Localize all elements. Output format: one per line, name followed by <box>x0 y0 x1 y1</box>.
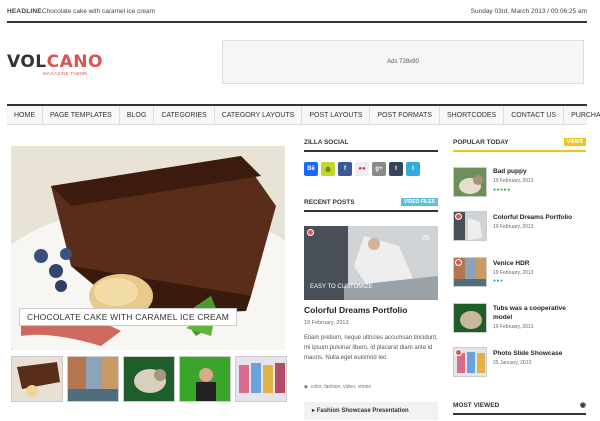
zilla-social-widget: ZILLA SOCIAL Bē ◎ f ●● g+ t t <box>304 139 438 176</box>
slider-thumbnails <box>11 356 287 402</box>
next-post-label: Fashion Showcase Presentation <box>316 408 409 414</box>
nav-item-home[interactable]: HOME <box>7 106 43 124</box>
top-bar: HEADLINE Chocolate cake with caramel ice… <box>7 4 587 20</box>
list-item[interactable]: Tubs was a cooperative model 19 February… <box>453 303 586 339</box>
logo-part1: VOL <box>7 52 47 72</box>
thumbnail-4[interactable] <box>179 356 231 402</box>
nav-item-post-layouts[interactable]: POST LAYOUTS <box>302 106 371 124</box>
rating-stars: ●●●●● <box>493 187 511 193</box>
popular-item-date: 19 February, 2013 <box>493 324 534 330</box>
nav-item-categories[interactable]: CATEGORIES <box>154 106 215 124</box>
current-date: Sunday 03rd, March 2013 / 00:06:25 am <box>470 8 587 15</box>
twitter-icon[interactable]: t <box>406 162 420 176</box>
image-overlay-text: EASY TO CUSTOMIZE <box>310 284 373 290</box>
popular-item-title[interactable]: Colorful Dreams Portfolio <box>493 213 586 222</box>
popular-item-title[interactable]: Venice HDR <box>493 259 586 268</box>
tags-list[interactable]: color, fashion, video, vimeo <box>311 384 371 390</box>
popular-item-title[interactable]: Tubs was a cooperative model <box>493 304 586 322</box>
tumblr-icon[interactable]: t <box>389 162 403 176</box>
popular-today-header: POPULAR TODAY VIEWS <box>453 138 586 152</box>
social-icons: Bē ◎ f ●● g+ t t <box>304 162 438 176</box>
site-logo[interactable]: VOLCANO <box>7 52 103 72</box>
popular-thumbnail-4[interactable] <box>453 303 487 333</box>
recent-post-date: 19 February, 2013 <box>304 320 349 326</box>
video-files-tag[interactable]: VIDEO FILES <box>400 198 438 206</box>
most-viewed-header: MOST VIEWED ◉ <box>453 402 586 415</box>
recent-posts-title: RECENT POSTS <box>304 199 355 206</box>
nav-item-shortcodes[interactable]: SHORTCODES <box>440 106 505 124</box>
ad-label: Ads 728x90 <box>387 59 419 65</box>
recent-posts-header: RECENT POSTS VIDEO FILES <box>304 198 438 212</box>
post-format-badge-icon <box>455 213 462 220</box>
thumbnail-3[interactable] <box>123 356 175 402</box>
ad-banner[interactable]: Ads 728x90 <box>222 40 584 84</box>
tag-icon: ◆ <box>304 384 308 390</box>
logo-part2: CANO <box>46 52 103 72</box>
facebook-icon[interactable]: f <box>338 162 352 176</box>
thumbnail-2[interactable] <box>67 356 119 402</box>
recent-post-image[interactable]: EASY TO CUSTOMIZE 05 <box>304 226 438 300</box>
recent-post-title[interactable]: Colorful Dreams Portfolio <box>304 305 407 315</box>
zilla-social-title: ZILLA SOCIAL <box>304 139 438 152</box>
most-viewed-title: MOST VIEWED <box>453 402 500 409</box>
main-nav: HOME PAGE TEMPLATES BLOG CATEGORIES CATE… <box>7 104 600 125</box>
list-item[interactable]: Bad puppy 19 February, 2013 ●●●●● <box>453 167 586 203</box>
popular-item-date: 19 February, 2013 <box>493 270 534 276</box>
featured-caption[interactable]: CHOCOLATE CAKE WITH CARAMEL ICE CREAM <box>19 308 237 326</box>
nav-item-purchase[interactable]: PURCHASE <box>564 106 600 124</box>
recent-post-tags: ◆ color, fashion, video, vimeo <box>304 384 371 390</box>
popular-item-date: 19 February, 2013 <box>493 178 534 184</box>
post-format-badge-icon <box>307 229 314 236</box>
next-post-link[interactable]: ▸ Fashion Showcase Presentation <box>304 402 438 420</box>
popular-today-title: POPULAR TODAY <box>453 139 509 146</box>
post-format-badge-icon <box>455 349 462 356</box>
nav-item-category-layouts[interactable]: CATEGORY LAYOUTS <box>215 106 303 124</box>
popular-item-date: 19 February, 2013 <box>493 224 534 230</box>
headline-tag: HEADLINE <box>7 8 42 15</box>
list-item[interactable]: Venice HDR 19 February, 2013 ●●● <box>453 257 586 293</box>
list-item[interactable]: Colorful Dreams Portfolio 19 February, 2… <box>453 211 586 247</box>
nav-item-page-templates[interactable]: PAGE TEMPLATES <box>43 106 120 124</box>
portfolio-image: EASY TO CUSTOMIZE 05 <box>304 226 438 300</box>
popular-item-date: 25 January, 2013 <box>493 360 532 366</box>
behance-icon[interactable]: Bē <box>304 162 318 176</box>
rating-stars: ●●● <box>493 278 504 284</box>
dribbble-icon[interactable]: ◎ <box>321 162 335 176</box>
googleplus-icon[interactable]: g+ <box>372 162 386 176</box>
recent-post-excerpt: Etiam pretium, neque ultricies accumsan … <box>304 335 438 361</box>
views-tag[interactable]: VIEWS <box>563 138 586 146</box>
flickr-icon[interactable]: ●● <box>355 162 369 176</box>
popular-item-title[interactable]: Bad puppy <box>493 167 586 176</box>
arrow-right-icon: ▸ <box>312 408 316 414</box>
thumbnail-1[interactable] <box>11 356 63 402</box>
nav-item-blog[interactable]: BLOG <box>120 106 155 124</box>
logo-tagline: MAGAZINE THEME <box>43 71 88 76</box>
thumbnail-5[interactable] <box>235 356 287 402</box>
list-item[interactable]: Photo Slide Showcase 25 January, 2013 <box>453 347 586 383</box>
image-number-badge: 05 <box>422 235 430 242</box>
top-divider <box>7 21 587 23</box>
post-format-badge-icon <box>455 259 462 266</box>
nav-item-post-formats[interactable]: POST FORMATS <box>370 106 440 124</box>
nav-item-contact-us[interactable]: CONTACT US <box>504 106 565 124</box>
popular-thumbnail-1[interactable] <box>453 167 487 197</box>
headline-link[interactable]: Chocolate cake with caramel ice cream <box>42 8 155 15</box>
popular-item-title[interactable]: Photo Slide Showcase <box>493 349 586 358</box>
eye-icon[interactable]: ◉ <box>580 401 586 409</box>
